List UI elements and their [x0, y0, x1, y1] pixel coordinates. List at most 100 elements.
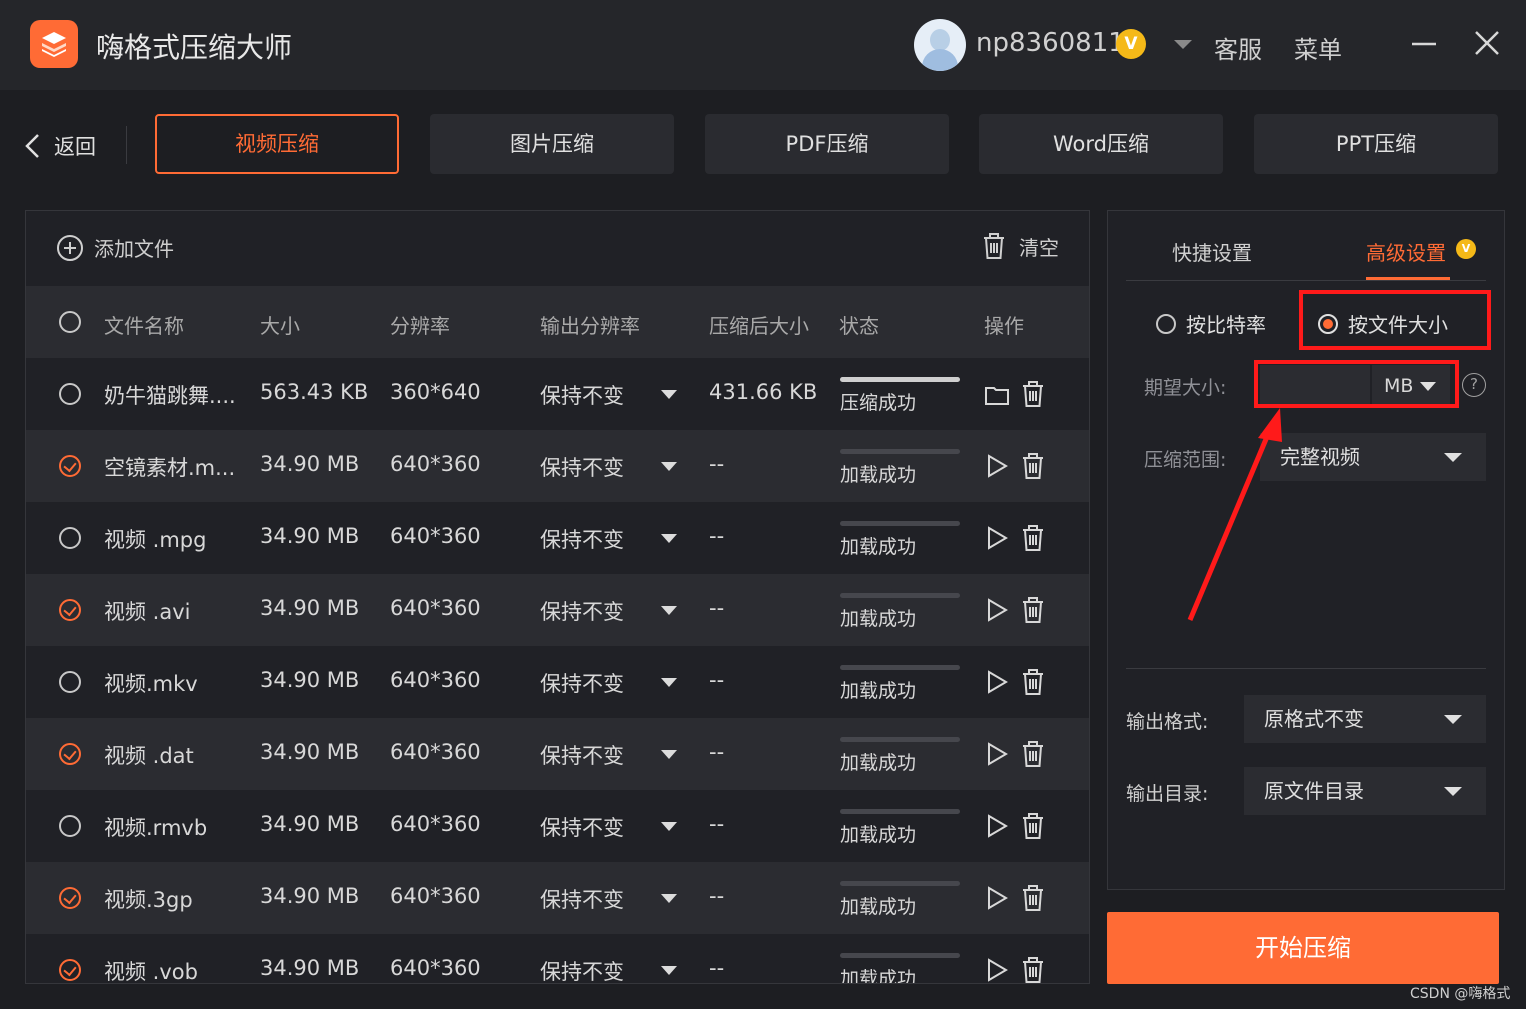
output-dir-select[interactable]: 原文件目录: [1244, 767, 1486, 815]
col-size: 大小: [260, 314, 300, 338]
trash-icon[interactable]: [1020, 524, 1046, 552]
output-resolution-select[interactable]: 保持不变: [540, 380, 624, 410]
output-resolution-select[interactable]: 保持不变: [540, 524, 624, 554]
trash-icon[interactable]: [1020, 596, 1046, 624]
chevron-down-icon[interactable]: [661, 894, 677, 903]
table-row[interactable]: 视频 .avi 34.90 MB 640*360 保持不变 -- 加载成功: [26, 574, 1089, 646]
bitrate-radio[interactable]: [1156, 313, 1176, 334]
play-icon[interactable]: [984, 884, 1010, 912]
trash-icon[interactable]: [1020, 812, 1046, 840]
file-size: 34.90 MB: [260, 596, 360, 620]
row-select-checkbox[interactable]: [59, 599, 81, 621]
tab-quick-settings[interactable]: 快捷设置: [1172, 237, 1252, 266]
output-resolution-select[interactable]: 保持不变: [540, 956, 624, 983]
chevron-down-icon[interactable]: [661, 606, 677, 615]
file-resolution: 640*360: [390, 812, 481, 836]
play-icon[interactable]: [984, 812, 1010, 840]
output-format-chevron-down-icon: [1444, 715, 1462, 724]
play-icon[interactable]: [984, 596, 1010, 624]
avatar[interactable]: [914, 19, 966, 71]
trash-icon[interactable]: [1020, 956, 1046, 984]
play-icon[interactable]: [984, 668, 1010, 696]
chevron-down-icon[interactable]: [661, 462, 677, 471]
output-resolution-select[interactable]: 保持不变: [540, 668, 624, 698]
username[interactable]: np8360811: [976, 28, 1125, 58]
trash-icon[interactable]: [1020, 884, 1046, 912]
folder-icon[interactable]: [984, 380, 1010, 408]
table-row[interactable]: 视频.3gp 34.90 MB 640*360 保持不变 -- 加载成功: [26, 862, 1089, 934]
output-resolution-select[interactable]: 保持不变: [540, 884, 624, 914]
table-row[interactable]: 视频 .mpg 34.90 MB 640*360 保持不变 -- 加载成功: [26, 502, 1089, 574]
play-icon[interactable]: [984, 524, 1010, 552]
play-icon[interactable]: [984, 740, 1010, 768]
compressed-size: --: [709, 812, 725, 836]
row-select-checkbox[interactable]: [59, 383, 81, 405]
minimize-icon[interactable]: [1406, 26, 1442, 62]
table-row[interactable]: 视频 .dat 34.90 MB 640*360 保持不变 -- 加载成功: [26, 718, 1089, 790]
back-button[interactable]: 返回: [22, 126, 96, 166]
trash-icon[interactable]: [1020, 452, 1046, 480]
row-select-checkbox[interactable]: [59, 527, 81, 549]
user-menu-chevron-icon[interactable]: [1174, 40, 1192, 49]
tab-video-compress[interactable]: 视频压缩: [155, 114, 399, 174]
chevron-down-icon[interactable]: [661, 966, 677, 975]
add-file-button[interactable]: 添加文件: [56, 233, 174, 262]
compressed-size: 431.66 KB: [709, 380, 818, 404]
chevron-down-icon[interactable]: [661, 678, 677, 687]
clear-button[interactable]: 清空: [981, 231, 1059, 261]
start-compress-button[interactable]: 开始压缩: [1107, 912, 1499, 984]
table-row[interactable]: 视频 .vob 34.90 MB 640*360 保持不变 -- 加载成功: [26, 934, 1089, 984]
range-select[interactable]: 完整视频: [1260, 433, 1486, 481]
status-progress-bar: [840, 737, 960, 742]
play-icon[interactable]: [984, 956, 1010, 984]
compressed-size: --: [709, 668, 725, 692]
plus-circle-icon: [57, 234, 83, 261]
output-resolution-select[interactable]: 保持不变: [540, 812, 624, 842]
mode-bitrate-option[interactable]: 按比特率: [1156, 309, 1266, 338]
chevron-down-icon[interactable]: [661, 534, 677, 543]
row-select-checkbox[interactable]: [59, 743, 81, 765]
help-icon[interactable]: ?: [1462, 373, 1486, 397]
file-resolution: 640*360: [390, 524, 481, 548]
status-progress-bar: [840, 593, 960, 598]
tab-pdf-compress[interactable]: PDF压缩: [705, 114, 949, 174]
chevron-down-icon[interactable]: [661, 390, 677, 399]
trash-icon[interactable]: [1020, 740, 1046, 768]
row-select-checkbox[interactable]: [59, 671, 81, 693]
app-logo-icon: [30, 20, 78, 68]
table-row[interactable]: 奶牛猫跳舞.... 563.43 KB 360*640 保持不变 431.66 KB 压缩…: [26, 358, 1089, 430]
row-select-checkbox[interactable]: [59, 959, 81, 981]
chevron-down-icon[interactable]: [661, 822, 677, 831]
col-resolution: 分辨率: [390, 314, 450, 338]
menu-link[interactable]: 菜单: [1294, 30, 1342, 65]
customer-service-link[interactable]: 客服: [1214, 30, 1262, 65]
output-resolution-select[interactable]: 保持不变: [540, 452, 624, 482]
table-row[interactable]: 视频.mkv 34.90 MB 640*360 保持不变 -- 加载成功: [26, 646, 1089, 718]
close-icon[interactable]: [1470, 26, 1506, 62]
tab-advanced-settings[interactable]: 高级设置: [1366, 237, 1446, 266]
table-row[interactable]: 空镜素材.m... 34.90 MB 640*360 保持不变 -- 加载成功: [26, 430, 1089, 502]
file-size: 34.90 MB: [260, 740, 360, 764]
status-text: 加载成功: [840, 752, 917, 774]
output-format-label: 输出格式:: [1126, 711, 1209, 733]
select-all-checkbox[interactable]: [59, 311, 81, 333]
tab-ppt-compress[interactable]: PPT压缩: [1254, 114, 1498, 174]
row-select-checkbox[interactable]: [59, 887, 81, 909]
row-select-checkbox[interactable]: [59, 455, 81, 477]
output-resolution-select[interactable]: 保持不变: [540, 596, 624, 626]
file-name: 视频 .avi: [104, 600, 191, 624]
output-format-select[interactable]: 原格式不变: [1244, 695, 1486, 743]
row-select-checkbox[interactable]: [59, 815, 81, 837]
table-row[interactable]: 视频.rmvb 34.90 MB 640*360 保持不变 -- 加载成功: [26, 790, 1089, 862]
file-size: 34.90 MB: [260, 668, 360, 692]
trash-icon[interactable]: [1020, 380, 1046, 408]
output-resolution-select[interactable]: 保持不变: [540, 740, 624, 770]
compressed-size: --: [709, 956, 725, 980]
status-progress-bar: [840, 809, 960, 814]
tab-image-compress[interactable]: 图片压缩: [430, 114, 674, 174]
chevron-down-icon[interactable]: [661, 750, 677, 759]
trash-icon[interactable]: [1020, 668, 1046, 696]
play-icon[interactable]: [984, 452, 1010, 480]
file-size: 563.43 KB: [260, 380, 369, 404]
tab-word-compress[interactable]: Word压缩: [979, 114, 1223, 174]
